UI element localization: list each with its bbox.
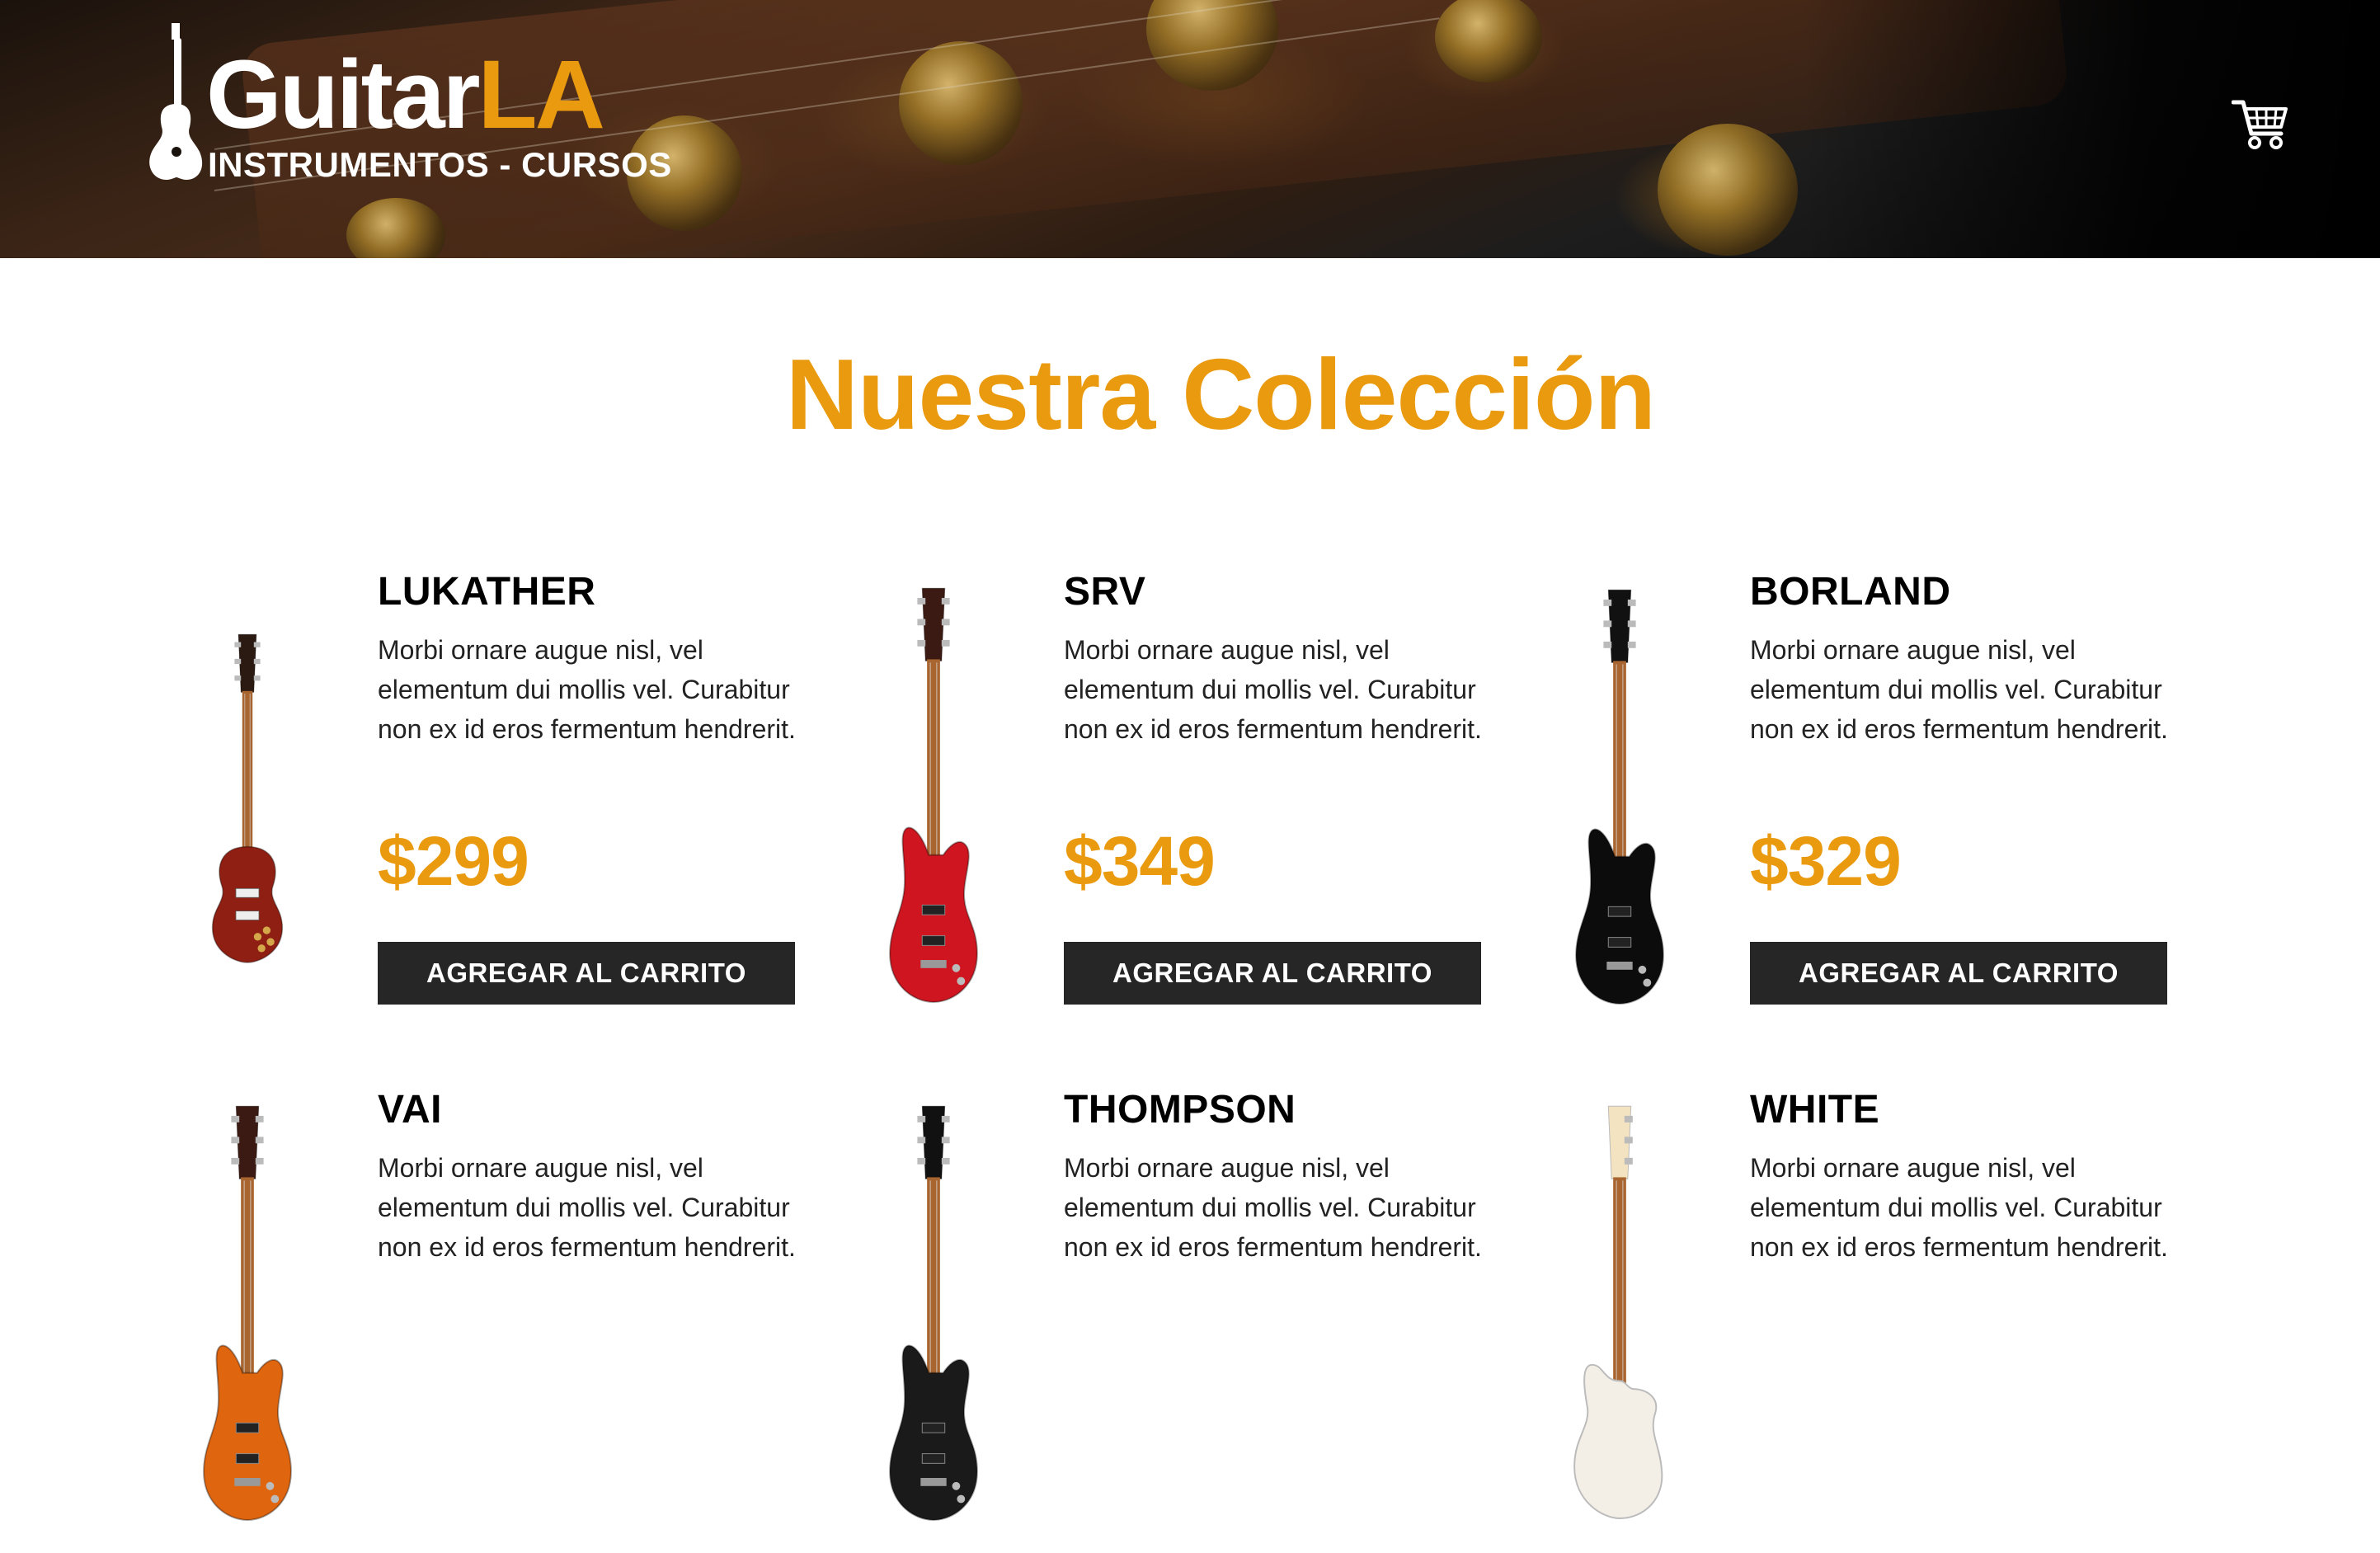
- logo-word-guitar: Guitar: [206, 40, 480, 149]
- guitar-image: [1575, 589, 1664, 1005]
- product-description: Morbi ornare augue nisl, vel elementum d…: [378, 1153, 796, 1262]
- product-name: WHITE: [1750, 1088, 1880, 1132]
- product-description: Morbi ornare augue nisl, vel elementum d…: [1064, 635, 1482, 744]
- site-logo[interactable]: GuitarLA INSTRUMENTOS - CURSOS: [147, 21, 671, 186]
- header-dark-overlay: [1803, 0, 2380, 258]
- logo-tagline: INSTRUMENTOS - CURSOS: [208, 145, 672, 184]
- header-tuner-peg: [1658, 124, 1798, 256]
- guitar-image: [203, 1105, 292, 1521]
- logo-word-la: LA: [477, 40, 605, 149]
- product-price: $329: [1750, 822, 1902, 900]
- add-to-cart-button[interactable]: AGREGAR AL CARRITO: [1064, 942, 1481, 1005]
- guitar-image: [889, 1105, 978, 1521]
- cart-button[interactable]: [2231, 97, 2289, 150]
- product-description: Morbi ornare augue nisl, vel elementum d…: [1750, 1153, 2168, 1262]
- product-image: [148, 1087, 346, 1549]
- site-header: GuitarLA INSTRUMENTOS - CURSOS: [0, 0, 2380, 258]
- product-description: Morbi ornare augue nisl, vel elementum d…: [378, 635, 796, 744]
- add-to-cart-button[interactable]: AGREGAR AL CARRITO: [378, 942, 795, 1005]
- product-description: Morbi ornare augue nisl, vel elementum d…: [1750, 635, 2168, 744]
- cart-icon: [2231, 100, 2288, 149]
- product-card: VAI Morbi ornare augue nisl, vel element…: [148, 1087, 825, 1549]
- guitar-image: [212, 633, 283, 963]
- product-card: SRV Morbi ornare augue nisl, vel element…: [835, 569, 1511, 1031]
- collection-title: Nuestra Colección: [785, 338, 1656, 450]
- product-card: LUKATHER Morbi ornare augue nisl, vel el…: [148, 569, 825, 1031]
- header-tuner-peg: [899, 41, 1023, 165]
- add-to-cart-button[interactable]: AGREGAR AL CARRITO: [1750, 942, 2167, 1005]
- product-image: [1521, 1087, 1719, 1549]
- product-image: [835, 1087, 1032, 1549]
- product-price: $299: [378, 822, 529, 900]
- product-card: WHITE Morbi ornare augue nisl, vel eleme…: [1521, 1087, 2197, 1549]
- product-name: VAI: [378, 1088, 442, 1132]
- product-name: BORLAND: [1750, 570, 1951, 614]
- logo-wordmark: GuitarLA: [206, 46, 605, 144]
- product-image: [835, 569, 1032, 1031]
- product-name: LUKATHER: [378, 570, 596, 614]
- guitar-logo-icon: [149, 23, 203, 180]
- product-price: $349: [1064, 822, 1216, 900]
- guitar-image: [889, 587, 978, 1003]
- guitar-image: [1573, 1105, 1663, 1519]
- product-image: [148, 569, 346, 1031]
- product-card: BORLAND Morbi ornare augue nisl, vel ele…: [1521, 569, 2197, 1031]
- product-name: SRV: [1064, 570, 1146, 614]
- product-description: Morbi ornare augue nisl, vel elementum d…: [1064, 1153, 1482, 1262]
- product-name: THOMPSON: [1064, 1088, 1296, 1132]
- product-image: [1521, 569, 1719, 1031]
- product-card: THOMPSON Morbi ornare augue nisl, vel el…: [835, 1087, 1511, 1549]
